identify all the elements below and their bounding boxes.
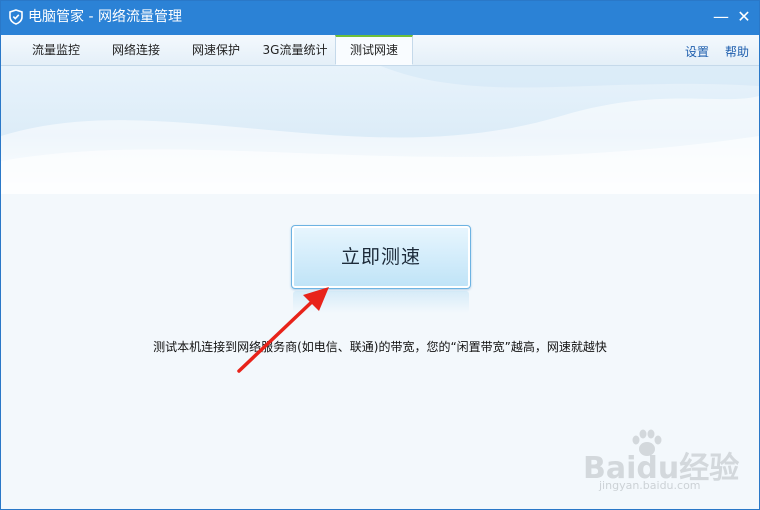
wave-decoration	[1, 66, 759, 194]
help-link[interactable]: 帮助	[725, 43, 749, 60]
minimize-button[interactable]: —	[711, 7, 731, 27]
red-arrow-annotation	[237, 287, 329, 373]
title-bar[interactable]: 电脑管家 - 网络流量管理 — ✕	[1, 1, 759, 35]
tab-speed-protection[interactable]: 网速保护	[177, 37, 255, 65]
tab-speed-test[interactable]: 测试网速	[335, 35, 413, 65]
tab-network-connections[interactable]: 网络连接	[97, 37, 175, 65]
hero-banner	[1, 66, 759, 194]
start-speed-test-button[interactable]: 立即测速	[291, 225, 471, 289]
app-window: 电脑管家 - 网络流量管理 — ✕ 流量监控 网络连接 网速保护 3G流量统计 …	[0, 0, 760, 510]
close-button[interactable]: ✕	[734, 7, 754, 27]
speed-test-description: 测试本机连接到网络服务商(如电信、联通)的带宽，您的“闲置带宽”越高，网速就越快	[153, 340, 607, 354]
settings-link[interactable]: 设置	[685, 43, 709, 60]
baidu-watermark-url: jingyan.baidu.com	[599, 479, 701, 492]
shield-icon	[9, 9, 23, 25]
tab-traffic-monitor[interactable]: 流量监控	[17, 37, 95, 65]
tab-bar: 流量监控 网络连接 网速保护 3G流量统计 测试网速 设置 帮助	[1, 35, 759, 66]
window-title: 电脑管家 - 网络流量管理	[28, 9, 182, 25]
tab-3g-traffic-stats[interactable]: 3G流量统计	[257, 37, 333, 65]
